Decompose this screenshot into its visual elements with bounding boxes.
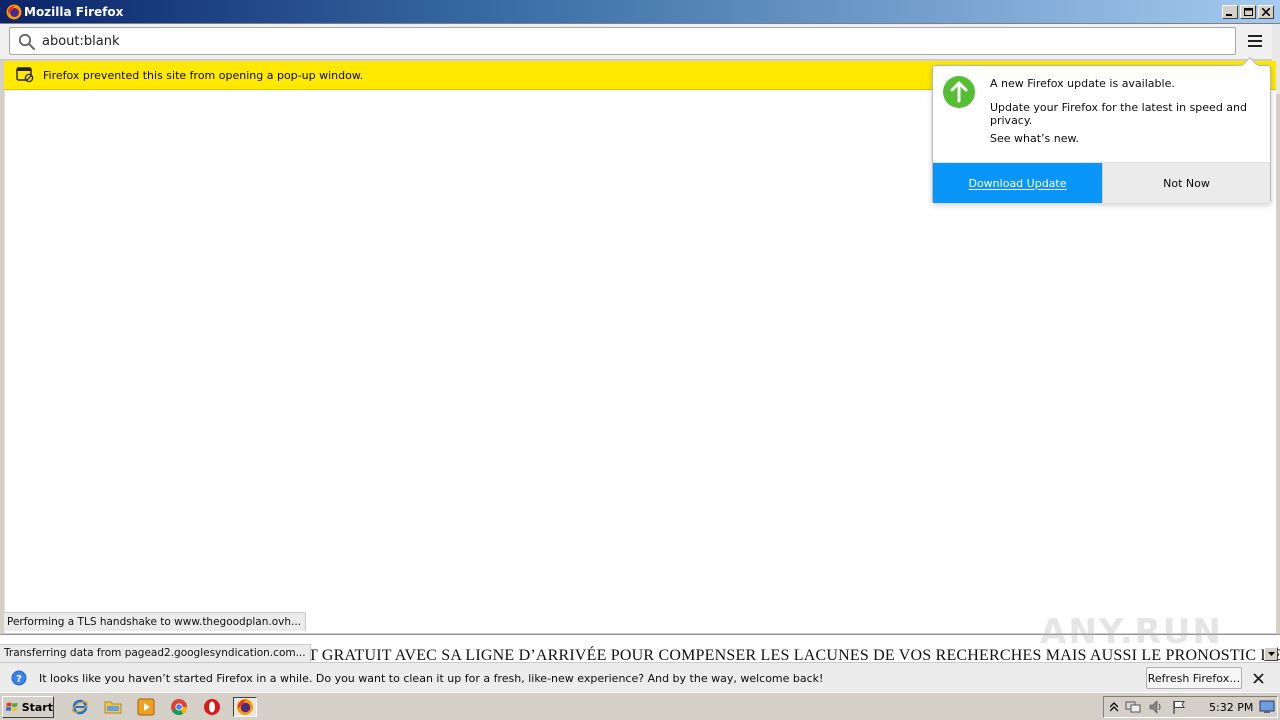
media-player-icon <box>137 698 155 716</box>
navigation-toolbar <box>0 24 1280 60</box>
popup-blocked-icon <box>16 67 34 83</box>
internet-explorer-launcher[interactable] <box>68 697 92 717</box>
opera-icon <box>204 699 220 715</box>
tray-icons <box>1104 699 1187 715</box>
update-description: Update your Firefox for the latest in sp… <box>990 101 1248 127</box>
scroll-down-button[interactable] <box>1264 647 1278 661</box>
maximize-icon <box>1243 8 1253 16</box>
hamburger-menu-icon <box>1248 35 1262 47</box>
open-menu-button[interactable] <box>1243 30 1267 52</box>
quick-launch <box>68 697 257 717</box>
update-title: A new Firefox update is available. <box>990 77 1175 90</box>
folder-icon <box>104 701 122 714</box>
search-icon <box>18 33 35 50</box>
chrome-icon <box>171 699 187 715</box>
window-controls <box>1222 5 1274 19</box>
refresh-firefox-button[interactable]: Refresh Firefox… <box>1146 667 1242 689</box>
refresh-message: It looks like you haven’t started Firefo… <box>39 672 824 685</box>
close-notification-button[interactable] <box>1250 670 1266 686</box>
update-doorhanger: A new Firefox update is available. Updat… <box>932 57 1271 203</box>
firefox-icon <box>237 699 253 715</box>
volume-icon[interactable] <box>1148 699 1164 715</box>
url-bar[interactable] <box>9 27 1236 55</box>
taskbar: Start 5:32 PM <box>0 692 1280 720</box>
windows-logo-icon <box>6 702 18 712</box>
system-tray: 5:32 PM <box>1103 696 1278 718</box>
network-icon[interactable] <box>1125 699 1141 715</box>
close-icon <box>1252 672 1264 684</box>
show-hidden-icons-icon[interactable] <box>1110 702 1118 712</box>
show-desktop-icon[interactable] <box>1259 700 1275 714</box>
status-tooltip-tls: Performing a TLS handshake to www.thegoo… <box>4 612 307 631</box>
opera-launcher[interactable] <box>200 697 224 717</box>
minimize-button[interactable] <box>1222 5 1238 19</box>
url-input[interactable] <box>42 32 1222 51</box>
media-player-launcher[interactable] <box>134 697 158 717</box>
close-icon <box>1262 8 1270 16</box>
firefox-taskbar-button[interactable] <box>233 697 257 717</box>
doorhanger-footer: Download Update Not Now <box>933 162 1270 203</box>
question-icon: ? <box>11 670 27 686</box>
window-title: Mozilla Firefox <box>24 5 124 19</box>
refresh-firefox-notification: ? It looks like you haven’t started Fire… <box>0 662 1280 692</box>
arrow-down-icon <box>1267 652 1275 656</box>
minimize-icon <box>1226 14 1232 16</box>
svg-text:?: ? <box>16 674 22 685</box>
not-now-button[interactable]: Not Now <box>1102 163 1270 203</box>
doorhanger-arrow <box>1242 57 1258 66</box>
whats-new-link[interactable]: See what’s new. <box>990 132 1079 145</box>
action-center-flag-icon[interactable] <box>1171 699 1187 715</box>
close-window-button[interactable] <box>1258 5 1274 19</box>
internet-explorer-icon <box>71 699 89 715</box>
popup-blocked-text: Firefox prevented this site from opening… <box>43 69 364 82</box>
chrome-launcher[interactable] <box>167 697 191 717</box>
firefox-icon <box>6 4 22 20</box>
start-label: Start <box>21 700 53 714</box>
maximize-button[interactable] <box>1240 5 1256 19</box>
download-update-button[interactable]: Download Update <box>933 163 1102 203</box>
start-button[interactable]: Start <box>2 696 54 718</box>
file-explorer-launcher[interactable] <box>101 697 125 717</box>
status-tooltip-transfer: Transferring data from pagead2.googlesyn… <box>0 644 311 662</box>
watermark: ANY.RUN <box>1040 612 1223 652</box>
clock[interactable]: 5:32 PM <box>1209 701 1253 714</box>
title-bar: Mozilla Firefox <box>0 0 1280 24</box>
update-arrow-icon <box>943 76 975 108</box>
